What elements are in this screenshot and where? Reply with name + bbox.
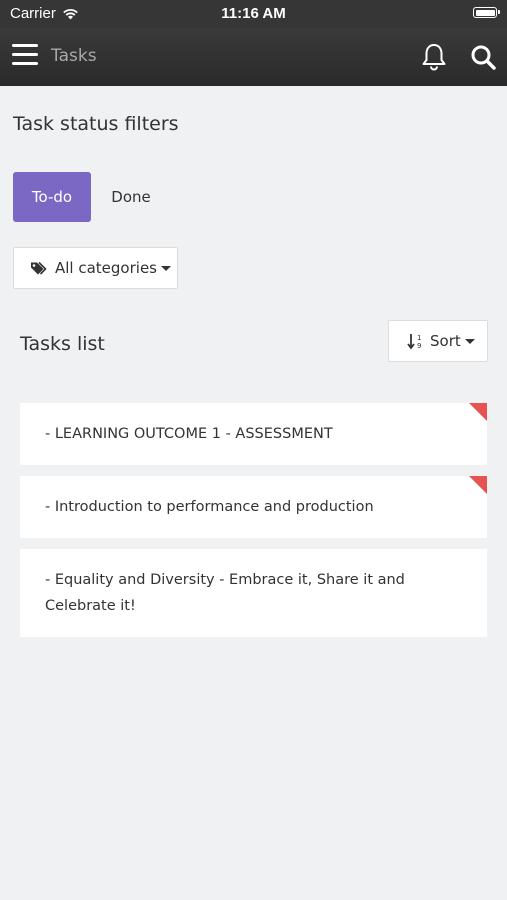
categories-label: All categories	[55, 259, 157, 277]
search-icon[interactable]	[469, 42, 497, 72]
sort-label: Sort	[430, 332, 461, 350]
categories-dropdown[interactable]: All categories	[13, 247, 178, 289]
done-filter-button[interactable]: Done	[100, 172, 162, 222]
task-item-label: - Introduction to performance and produc…	[45, 499, 374, 515]
todo-filter-button[interactable]: To-do	[13, 172, 91, 222]
status-time: 11:16 AM	[221, 5, 286, 22]
task-item-label: - LEARNING OUTCOME 1 - ASSESSMENT	[45, 426, 333, 442]
task-item[interactable]: - Introduction to performance and produc…	[20, 476, 487, 538]
caret-down-icon	[161, 265, 171, 271]
status-bar: Carrier 11:16 AM	[0, 0, 507, 28]
task-item[interactable]: - Equality and Diversity - Embrace it, S…	[20, 549, 487, 637]
task-status-filters-title: Task status filters	[13, 113, 179, 135]
tags-icon	[30, 261, 49, 276]
menu-icon[interactable]	[12, 44, 38, 66]
overdue-flag	[469, 476, 487, 494]
page-title: Tasks	[51, 46, 97, 66]
task-item-label: - Equality and Diversity - Embrace it, S…	[45, 572, 405, 614]
task-item[interactable]: - LEARNING OUTCOME 1 - ASSESSMENT	[20, 403, 487, 465]
bell-icon[interactable]	[420, 42, 448, 72]
svg-text:9: 9	[417, 342, 421, 350]
sort-numeric-icon: 1 9	[407, 332, 425, 350]
battery-icon	[473, 7, 500, 18]
caret-down-icon	[464, 338, 475, 344]
svg-text:1: 1	[417, 334, 421, 342]
tasks-list-title: Tasks list	[20, 333, 105, 355]
overdue-flag	[469, 403, 487, 421]
app-header: Tasks	[0, 28, 507, 86]
sort-button[interactable]: 1 9 Sort	[388, 320, 488, 362]
